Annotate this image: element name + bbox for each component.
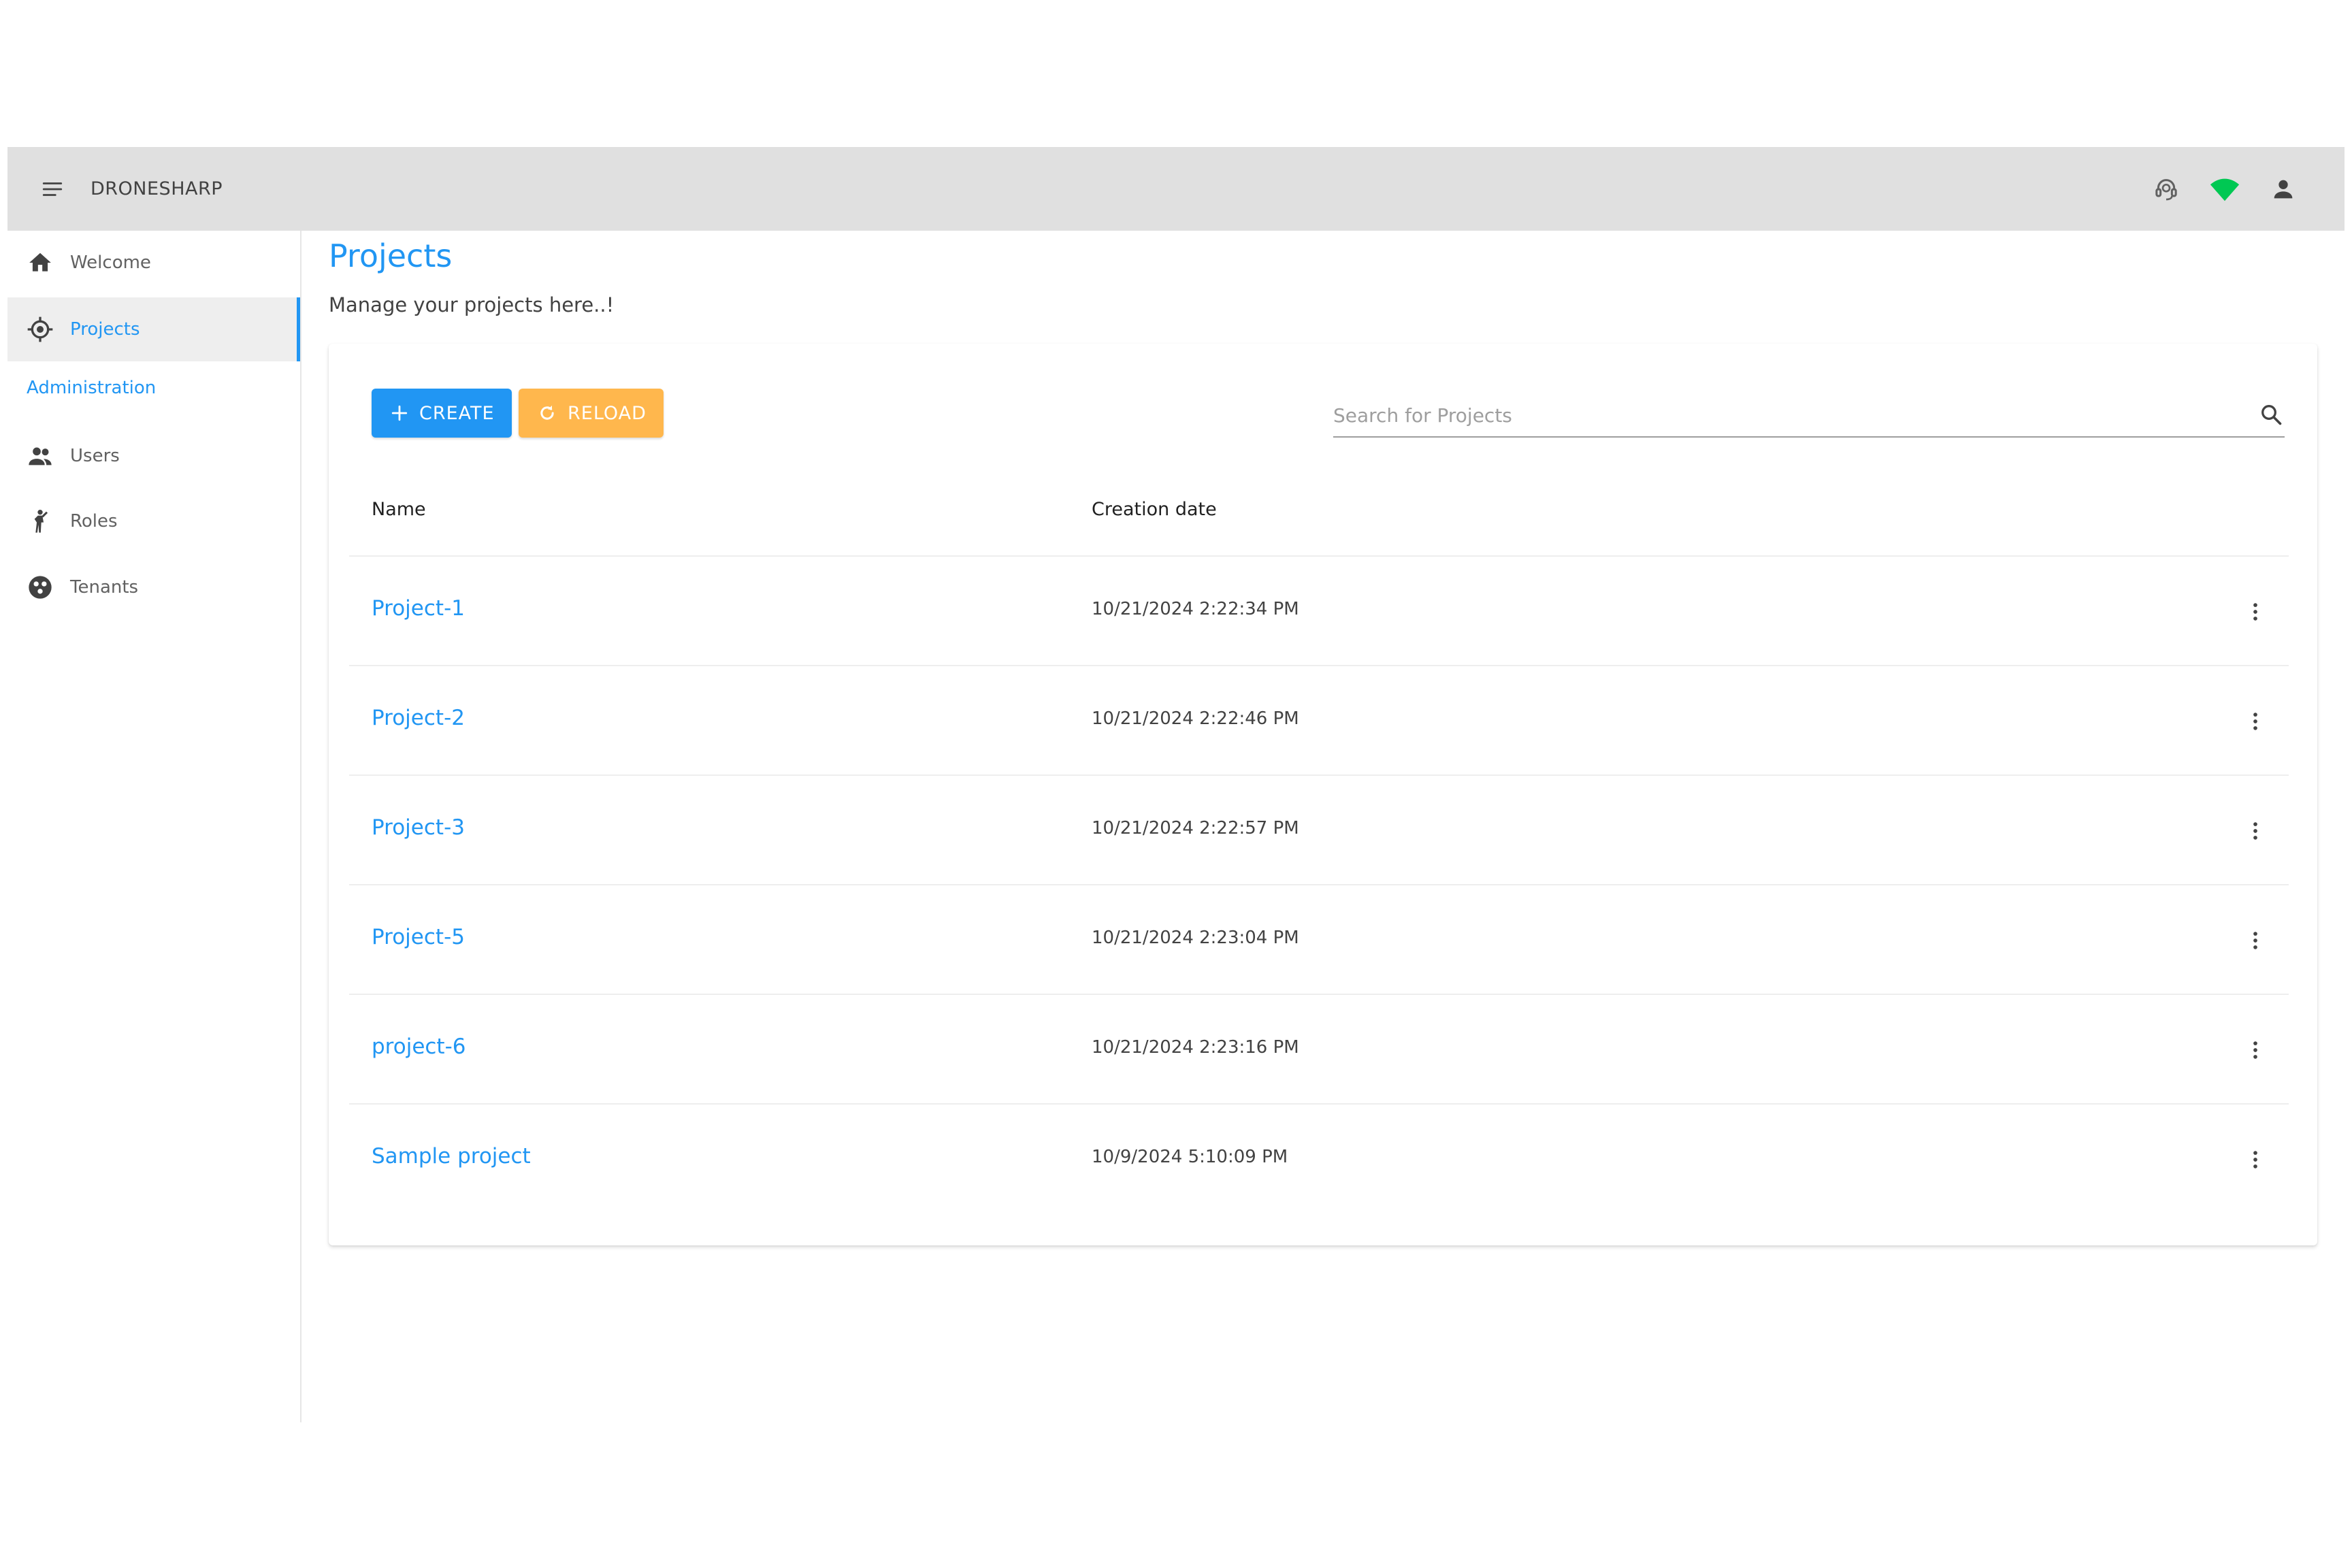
table-row: Project-5 10/21/2024 2:23:04 PM	[349, 885, 2289, 995]
create-button-label: CREATE	[419, 402, 495, 424]
project-name-link[interactable]: Project-2	[372, 706, 465, 730]
table-row: Project-2 10/21/2024 2:22:46 PM	[349, 666, 2289, 776]
project-name-link[interactable]: Project-5	[372, 925, 465, 949]
account-icon[interactable]	[2263, 169, 2304, 210]
sidebar-section-administration: Administration	[27, 378, 157, 398]
app-bar-actions	[2146, 147, 2304, 231]
sidebar-item-label: Roles	[70, 511, 118, 532]
creation-date: 10/21/2024 2:22:57 PM	[1092, 818, 1299, 838]
page-title: Projects	[329, 238, 453, 274]
sidebar-item-welcome[interactable]: Welcome	[7, 231, 300, 295]
person-role-icon	[25, 506, 55, 536]
sidebar-item-tenants[interactable]: Tenants	[7, 555, 300, 619]
project-name-link[interactable]: Project-1	[372, 596, 465, 621]
people-icon	[25, 441, 55, 471]
wifi-signal-icon[interactable]	[2204, 169, 2245, 210]
table-body: Project-1 10/21/2024 2:22:34 PM Project-2 1…	[349, 557, 2289, 1214]
more-vert-icon[interactable]	[2238, 1033, 2272, 1067]
sidebar-item-roles[interactable]: Roles	[7, 489, 300, 553]
sidebar-item-label: Welcome	[70, 252, 151, 273]
project-name-link[interactable]: Sample project	[372, 1144, 531, 1169]
creation-date: 10/21/2024 2:22:34 PM	[1092, 599, 1299, 619]
search-icon[interactable]	[2257, 401, 2285, 428]
creation-date: 10/21/2024 2:23:04 PM	[1092, 928, 1299, 948]
table-row: Sample project 10/9/2024 5:10:09 PM	[349, 1105, 2289, 1214]
creation-date: 10/21/2024 2:22:46 PM	[1092, 708, 1299, 729]
project-name-link[interactable]: project-6	[372, 1034, 466, 1059]
create-button[interactable]: CREATE	[372, 389, 512, 438]
page-subtitle: Manage your projects here..!	[329, 293, 615, 316]
projects-card: CREATE RELOAD Search for Projects Name C…	[329, 344, 2317, 1245]
more-vert-icon[interactable]	[2238, 924, 2272, 958]
sidebar: Welcome Projects Administration Users Ro…	[7, 231, 301, 1422]
plus-icon	[391, 403, 408, 423]
table-row: project-6 10/21/2024 2:23:16 PM	[349, 995, 2289, 1105]
project-name-link[interactable]: Project-3	[372, 815, 465, 840]
gps-target-icon	[25, 314, 55, 344]
sidebar-item-users[interactable]: Users	[7, 424, 300, 488]
table-row: Project-3 10/21/2024 2:22:57 PM	[349, 776, 2289, 885]
search-field	[1333, 389, 2285, 438]
reload-button-label: RELOAD	[568, 402, 647, 424]
more-vert-icon[interactable]	[2238, 704, 2272, 738]
more-vert-icon[interactable]	[2238, 595, 2272, 629]
table-row: Project-1 10/21/2024 2:22:34 PM	[349, 557, 2289, 666]
column-header-creation-date[interactable]: Creation date	[1092, 499, 1217, 520]
more-vert-icon[interactable]	[2238, 814, 2272, 848]
home-icon	[25, 248, 55, 278]
projects-table: Name Creation date Project-1 10/21/2024 2…	[349, 466, 2289, 1214]
tenants-icon	[25, 572, 55, 602]
column-header-name[interactable]: Name	[372, 499, 426, 520]
sidebar-item-label: Tenants	[70, 577, 139, 598]
sidebar-item-projects[interactable]: Projects	[7, 297, 300, 361]
support-agent-icon[interactable]	[2146, 169, 2187, 210]
app-bar: DRONESHARP	[7, 147, 2345, 231]
reload-button[interactable]: RELOAD	[519, 389, 664, 438]
creation-date: 10/9/2024 5:10:09 PM	[1092, 1147, 1288, 1167]
sidebar-item-label: Projects	[70, 319, 140, 340]
sidebar-item-label: Users	[70, 446, 120, 466]
more-vert-icon[interactable]	[2238, 1143, 2272, 1177]
search-input[interactable]	[1333, 398, 2232, 432]
app-window: DRONESHARP Welcome Projects Administrati…	[7, 147, 2345, 1422]
main-content: Projects Manage your projects here..! CR…	[301, 231, 2345, 1422]
hamburger-menu-icon[interactable]	[32, 169, 73, 210]
creation-date: 10/21/2024 2:23:16 PM	[1092, 1037, 1299, 1058]
refresh-icon	[538, 403, 557, 423]
table-header: Name Creation date	[349, 466, 2289, 557]
app-title: DRONESHARP	[91, 178, 223, 199]
